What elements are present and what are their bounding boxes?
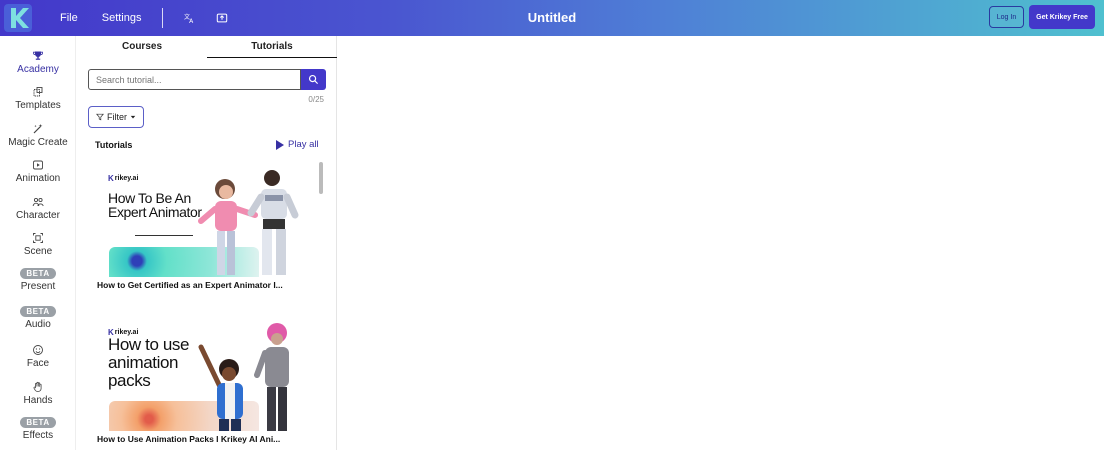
sidebar-item-label: Academy	[17, 64, 59, 75]
sidebar-item-academy[interactable]: Academy	[0, 45, 76, 85]
tutorial-thumbnail[interactable]: Krikey.ai How to use animation packs	[97, 319, 305, 431]
sidebar-item-templates[interactable]: Templates	[0, 86, 76, 111]
tutorial-card[interactable]: Krikey.ai How to use animation packs How…	[97, 319, 305, 444]
search-input[interactable]	[88, 69, 301, 90]
filter-button[interactable]: Filter	[88, 106, 144, 128]
templates-icon	[33, 87, 43, 97]
beta-badge: BETA	[20, 306, 56, 317]
document-title: Untitled	[527, 10, 577, 25]
tab-courses[interactable]: Courses	[77, 36, 207, 58]
sidebar-item-label: Magic Create	[8, 137, 68, 148]
sidebar-item-audio[interactable]: BETA Audio	[0, 306, 76, 330]
sidebar-item-label: Scene	[23, 246, 53, 257]
panel-tabs: Courses Tutorials	[77, 36, 337, 58]
thumbnail-headline: Expert Animator	[108, 204, 202, 220]
academy-panel: Courses Tutorials 0/25 Filter Tutorials …	[77, 36, 337, 450]
trophy-icon	[33, 51, 43, 60]
sidebar-item-label: Face	[26, 358, 50, 369]
animated-characters-image	[198, 170, 299, 275]
sidebar-item-hands[interactable]: Hands	[0, 381, 76, 406]
section-heading: Tutorials	[95, 140, 133, 150]
sidebar-item-magic-create[interactable]: Magic Create	[0, 123, 76, 148]
scrollbar-thumb[interactable]	[319, 162, 323, 194]
play-icon	[33, 160, 43, 170]
settings-menu[interactable]: Settings	[102, 12, 142, 24]
sidebar-item-label: Audio	[25, 319, 51, 330]
sidebar-item-scene[interactable]: Scene	[0, 232, 76, 257]
sidebar-item-present[interactable]: BETA Present	[0, 268, 76, 292]
krikey-logo[interactable]	[0, 0, 36, 36]
caret-down-icon	[130, 115, 136, 119]
people-icon	[32, 197, 44, 207]
krikey-brand: Krikey.ai	[108, 174, 139, 183]
sidebar-item-label: Templates	[15, 100, 61, 111]
tutorial-title[interactable]: How to Use Animation Packs I Krikey AI A…	[97, 434, 307, 444]
sidebar-item-face[interactable]: Face	[0, 344, 76, 369]
cloud-save-icon[interactable]	[215, 11, 229, 25]
scrollbar-track[interactable]	[318, 160, 323, 450]
translate-icon[interactable]: 文 A	[183, 11, 197, 25]
beta-badge: BETA	[20, 268, 56, 279]
top-bar: File Settings 文 A Untitled Log In Get Kr…	[0, 0, 1104, 36]
sidebar-item-effects[interactable]: BETA Effects	[0, 417, 76, 441]
thumbnail-headline: How to use	[108, 335, 190, 354]
svg-text:A: A	[190, 18, 195, 24]
hand-icon	[33, 381, 42, 392]
sidebar-item-label: Hands	[23, 395, 53, 406]
magic-wand-icon	[33, 124, 43, 134]
filter-label: Filter	[107, 112, 127, 122]
face-icon	[33, 345, 43, 355]
scene-icon	[33, 233, 43, 243]
play-all-label: Play all	[288, 139, 319, 150]
animated-characters-image	[198, 323, 289, 431]
thumbnail-headline: animation	[108, 353, 179, 372]
get-free-button[interactable]: Get Krikey Free	[1029, 5, 1095, 29]
result-count: 0/25	[308, 95, 324, 104]
login-button[interactable]: Log In	[989, 6, 1024, 28]
toolbar-divider	[162, 8, 164, 28]
thumbnail-headline: packs	[108, 371, 151, 390]
sidebar-item-label: Effects	[22, 430, 54, 441]
file-menu[interactable]: File	[60, 12, 78, 24]
left-sidebar: Academy Templates Magic Create Animation…	[0, 36, 76, 450]
sidebar-item-label: Animation	[15, 173, 61, 184]
play-icon	[276, 139, 284, 150]
sidebar-item-animation[interactable]: Animation	[0, 159, 76, 184]
tab-tutorials[interactable]: Tutorials	[207, 36, 337, 58]
tutorial-thumbnail[interactable]: Krikey.ai How To Be An Expert Animator	[97, 165, 305, 277]
decorative-line	[135, 235, 193, 236]
tutorial-title[interactable]: How to Get Certified as an Expert Animat…	[97, 280, 307, 290]
beta-badge: BETA	[20, 417, 56, 428]
tutorial-card[interactable]: Krikey.ai How To Be An Expert Animator H…	[97, 165, 305, 290]
main-canvas[interactable]	[338, 36, 1104, 450]
sidebar-item-character[interactable]: Character	[0, 196, 76, 221]
search-icon	[308, 74, 319, 85]
sidebar-item-label: Character	[16, 210, 60, 221]
krikey-logo-icon	[4, 4, 32, 32]
filter-icon	[96, 113, 104, 121]
search-button[interactable]	[301, 69, 326, 90]
sidebar-item-label: Present	[20, 281, 56, 292]
play-all-button[interactable]: Play all	[276, 139, 319, 150]
